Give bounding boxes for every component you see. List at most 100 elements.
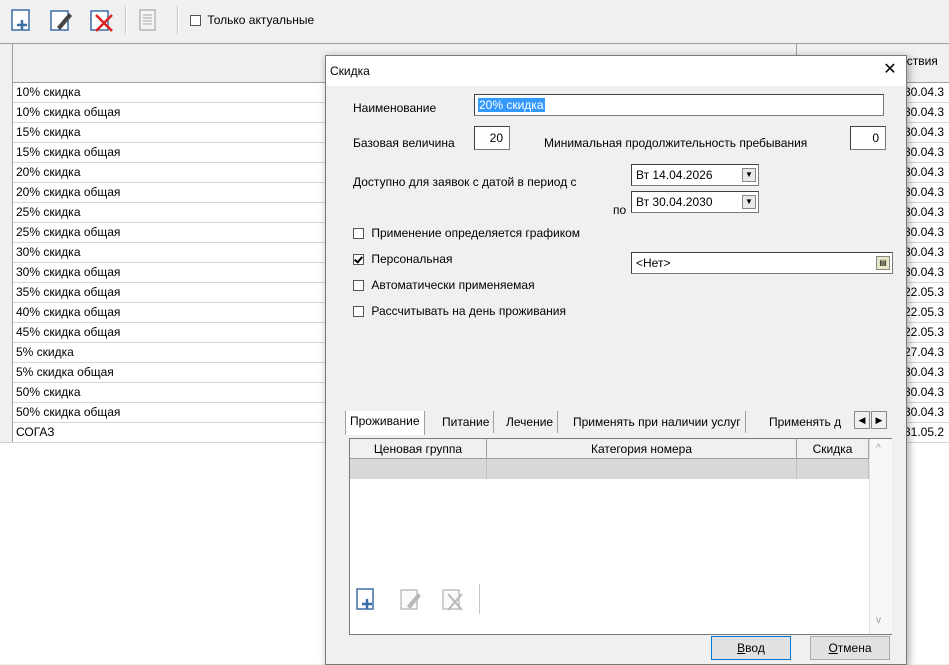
- table-row-cell[interactable]: [350, 459, 487, 479]
- personal-checkbox[interactable]: Персональная: [353, 252, 452, 266]
- tab-meals[interactable]: Питание: [438, 411, 495, 433]
- price-group-grid[interactable]: Ценовая группа Категория номера Скидка ^…: [349, 438, 892, 635]
- row-selector[interactable]: [0, 242, 13, 262]
- row-name: 40% скидка общая: [16, 305, 121, 319]
- min-stay-input[interactable]: 0: [850, 126, 886, 150]
- only-current-label: Только актуальные: [207, 13, 315, 27]
- cancel-button[interactable]: Отмена: [810, 636, 890, 660]
- row-name: 30% скидка: [16, 245, 81, 259]
- row-name: 20% скидка общая: [16, 185, 121, 199]
- chevron-down-icon[interactable]: ▼: [742, 195, 756, 209]
- row-selector[interactable]: [0, 302, 13, 322]
- tab-strip: Проживание Питание Лечение Применять при…: [345, 411, 865, 435]
- main-toolbar: Только актуальные: [0, 0, 949, 42]
- row-selector[interactable]: [0, 142, 13, 162]
- row-name: 45% скидка общая: [16, 325, 121, 339]
- row-name: 50% скидка: [16, 385, 81, 399]
- row-name: 20% скидка: [16, 165, 81, 179]
- row-selector[interactable]: [0, 222, 13, 242]
- base-value: 20: [489, 131, 503, 145]
- row-date: 31.05.2: [904, 425, 945, 439]
- row-date: 30.04.3: [904, 225, 945, 239]
- toolbar-separator: [479, 584, 480, 614]
- row-name: 25% скидка общая: [16, 225, 121, 239]
- schedule-checkbox[interactable]: Применение определяется графиком: [353, 226, 580, 240]
- add-icon[interactable]: [8, 6, 34, 34]
- row-selector[interactable]: [0, 202, 13, 222]
- close-icon[interactable]: ✕: [880, 60, 900, 80]
- row-name: 5% скидка общая: [16, 365, 114, 379]
- row-selector[interactable]: [0, 262, 13, 282]
- only-current-checkbox[interactable]: Только актуальные: [190, 13, 314, 27]
- checkbox-box-checked[interactable]: [353, 254, 364, 266]
- row-selector[interactable]: [0, 122, 13, 142]
- row-selector[interactable]: [0, 362, 13, 382]
- row-name: 15% скидка общая: [16, 145, 121, 159]
- row-name: 25% скидка: [16, 205, 81, 219]
- per-day-checkbox[interactable]: Рассчитывать на день проживания: [353, 304, 566, 318]
- chevron-down-icon[interactable]: ▼: [742, 168, 756, 182]
- row-selector[interactable]: [0, 322, 13, 342]
- min-stay-value: 0: [872, 131, 879, 145]
- add-row-icon[interactable]: [354, 584, 380, 614]
- base-value-input[interactable]: 20: [474, 126, 510, 150]
- row-date: 30.04.3: [904, 85, 945, 99]
- row-date: 30.04.3: [904, 105, 945, 119]
- checkbox-box[interactable]: [353, 306, 364, 318]
- min-stay-label: Минимальная продолжительность пребывания: [544, 136, 808, 150]
- row-name: 15% скидка: [16, 125, 81, 139]
- date-to-value: Вт 30.04.2030: [636, 195, 713, 209]
- column-header-room-category[interactable]: Категория номера: [487, 439, 797, 459]
- column-header-discount[interactable]: Скидка: [797, 439, 869, 459]
- toolbar-separator: [125, 6, 127, 34]
- checkbox-box[interactable]: [353, 280, 364, 292]
- personal-client-selector[interactable]: <Нет> ▤: [631, 252, 893, 274]
- auto-apply-checkbox[interactable]: Автоматически применяемая: [353, 278, 535, 292]
- row-date: 30.04.3: [904, 165, 945, 179]
- row-selector[interactable]: [0, 422, 13, 442]
- checkbox-box[interactable]: [190, 15, 201, 27]
- row-date: 27.04.3: [904, 345, 945, 359]
- row-selector[interactable]: [0, 282, 13, 302]
- dialog-title: Скидка: [330, 64, 370, 78]
- row-date: 30.04.3: [904, 145, 945, 159]
- tab-treatment[interactable]: Лечение: [502, 411, 559, 433]
- discount-dialog: Скидка ✕ Наименование 20% скидка Базовая…: [325, 55, 907, 665]
- row-selector[interactable]: [0, 342, 13, 362]
- dialog-titlebar: Скидка ✕: [326, 56, 906, 86]
- tab-apply-more[interactable]: Применять д: [765, 411, 845, 433]
- report-icon[interactable]: [134, 6, 160, 34]
- tab-scroll-right-icon[interactable]: ▶: [871, 411, 887, 429]
- to-label: по: [613, 203, 627, 217]
- tab-apply-with-services[interactable]: Применять при наличии услуг: [569, 411, 746, 433]
- vertical-scrollbar[interactable]: ^ v: [869, 439, 892, 634]
- row-name: 35% скидка общая: [16, 285, 121, 299]
- row-selector[interactable]: [0, 162, 13, 182]
- column-header-price-group[interactable]: Ценовая группа: [350, 439, 487, 459]
- name-value: 20% скидка: [478, 98, 545, 112]
- row-date: 22.05.3: [904, 285, 945, 299]
- row-name: СОГАЗ: [16, 425, 55, 439]
- scroll-down-icon[interactable]: v: [876, 615, 881, 626]
- ok-button[interactable]: Ввод: [711, 636, 791, 660]
- available-period-label: Доступно для заявок с датой в период с: [353, 175, 577, 189]
- date-from-picker[interactable]: Вт 14.04.2026 ▼: [631, 164, 759, 186]
- name-label: Наименование: [353, 101, 437, 115]
- table-row-cell[interactable]: [797, 459, 869, 479]
- name-input[interactable]: 20% скидка: [474, 94, 884, 116]
- tab-accommodation[interactable]: Проживание: [345, 411, 425, 435]
- table-row-cell[interactable]: [487, 459, 797, 479]
- row-selector[interactable]: [0, 82, 13, 102]
- row-selector[interactable]: [0, 102, 13, 122]
- row-name: 30% скидка общая: [16, 265, 121, 279]
- row-selector[interactable]: [0, 382, 13, 402]
- date-to-picker[interactable]: Вт 30.04.2030 ▼: [631, 191, 759, 213]
- edit-icon[interactable]: [48, 6, 74, 34]
- tab-scroll-left-icon[interactable]: ◀: [854, 411, 870, 429]
- lookup-icon[interactable]: ▤: [876, 256, 890, 270]
- row-selector[interactable]: [0, 402, 13, 422]
- checkbox-box[interactable]: [353, 228, 364, 240]
- delete-icon[interactable]: [88, 6, 114, 34]
- row-selector[interactable]: [0, 182, 13, 202]
- scroll-up-icon[interactable]: ^: [876, 443, 881, 454]
